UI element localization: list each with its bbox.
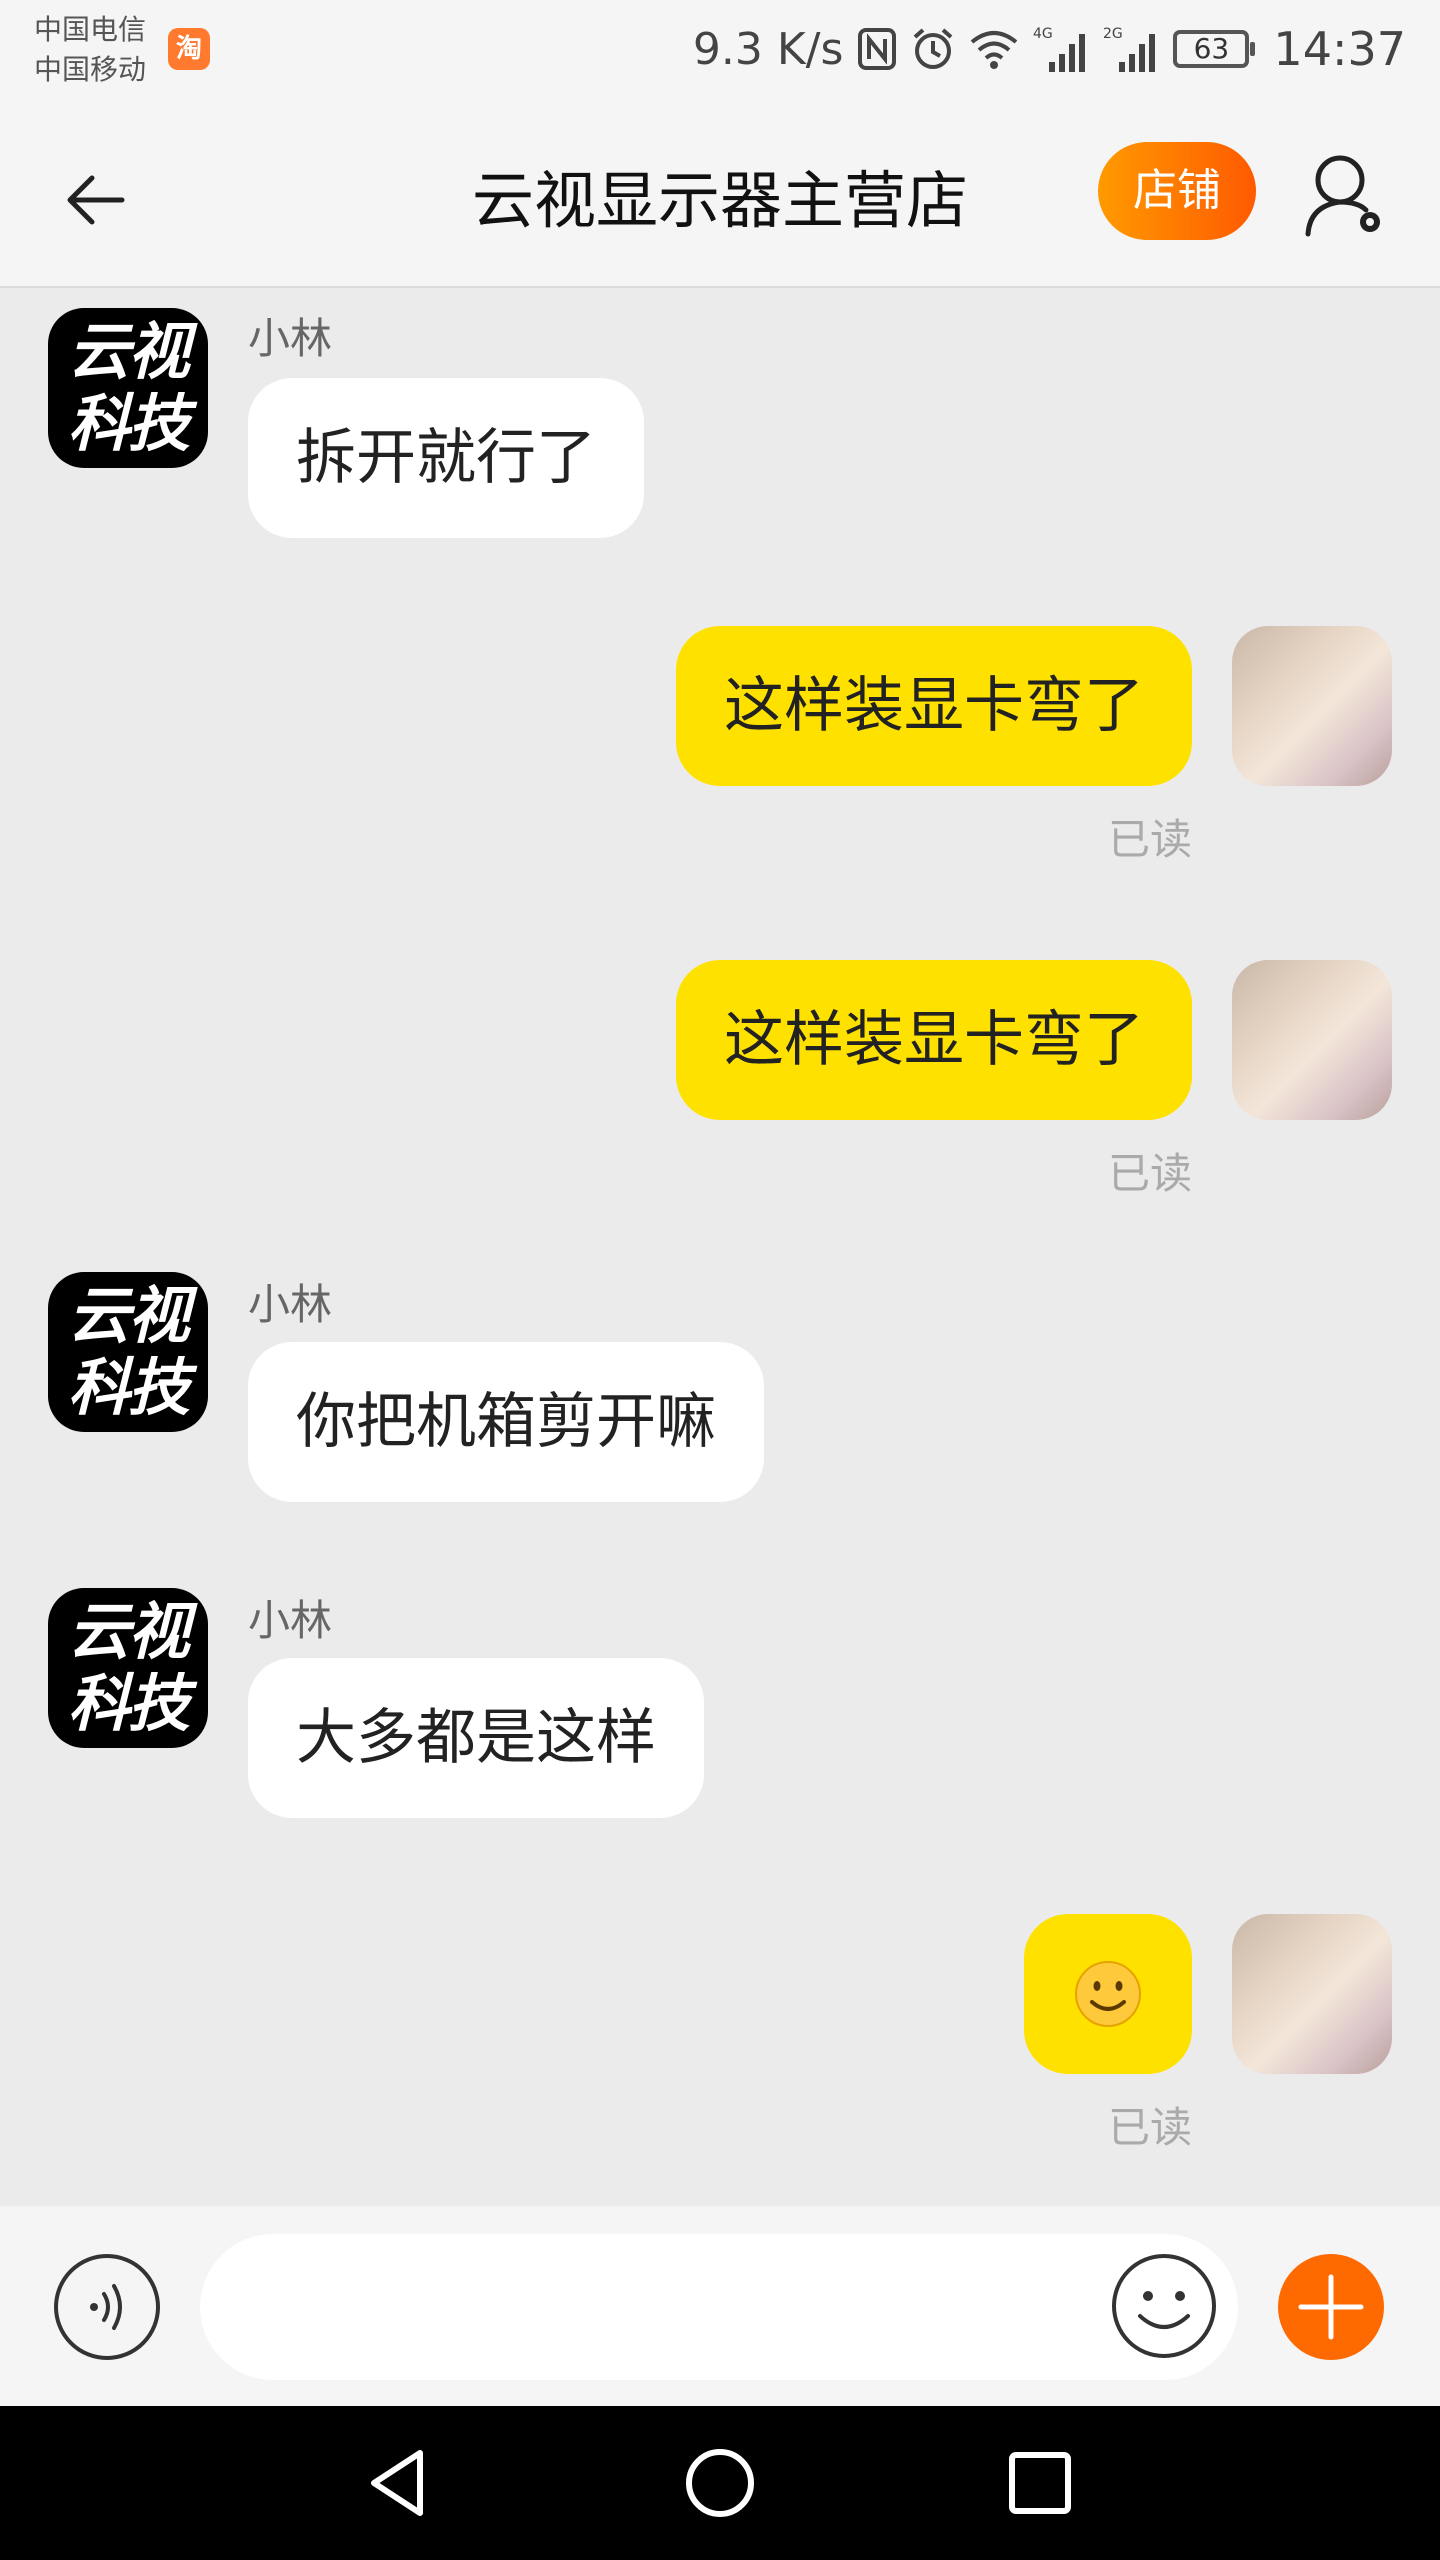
chat-message-list[interactable]: 云视 科技 小林 拆开就行了 这样装显卡弯了 已读 这样装显卡弯了 已读 云视 科技… [0, 290, 1440, 2206]
voice-icon [90, 2284, 122, 2330]
avatar-logo-line2: 科技 [67, 1667, 190, 1740]
shop-avatar[interactable]: 云视 科技 [48, 1588, 208, 1748]
carrier-1: 中国电信 [34, 13, 147, 46]
avatar-logo-line2: 科技 [67, 1351, 190, 1424]
chat-header: 云视显示器主营店 店铺 [0, 110, 1440, 288]
message-input[interactable] [200, 2234, 1238, 2380]
slightly-smiling-face-icon [1075, 1961, 1141, 2027]
nav-recents-button[interactable] [1000, 2443, 1080, 2523]
emoji-button[interactable] [1110, 2252, 1218, 2360]
square-recents-icon [1009, 2452, 1071, 2514]
plus-icon [1298, 2274, 1364, 2340]
system-navigation-bar [0, 2406, 1440, 2560]
sender-name: 小林 [248, 314, 333, 363]
shop-avatar[interactable]: 云视 科技 [48, 1272, 208, 1432]
nav-home-button[interactable] [680, 2443, 760, 2523]
emoji-message-bubble[interactable] [1024, 1914, 1192, 2074]
message-incoming: 云视 科技 小林 拆开就行了 [0, 290, 1440, 550]
shop-button[interactable]: 店铺 [1098, 142, 1256, 240]
more-options-button[interactable] [1278, 2254, 1384, 2360]
wifi-icon [969, 28, 1019, 70]
message-input-bar [0, 2206, 1440, 2406]
avatar-logo-line1: 云视 [67, 1595, 190, 1668]
svg-text:4G: 4G [1033, 26, 1053, 42]
signal-4g-icon: 4G [1033, 24, 1089, 74]
user-settings-button[interactable] [1302, 150, 1392, 240]
sender-name: 小林 [248, 1280, 333, 1329]
network-speed: 9.3 K/s [692, 23, 844, 75]
voice-input-button[interactable] [54, 2254, 160, 2360]
triangle-back-icon [371, 2450, 423, 2516]
message-outgoing: 这样装显卡弯了 已读 [0, 944, 1440, 1224]
message-outgoing: 已读 [0, 1906, 1440, 2186]
back-arrow-icon [67, 175, 125, 225]
svg-text:2G: 2G [1103, 26, 1123, 42]
message-bubble[interactable]: 拆开就行了 [248, 378, 644, 538]
circle-home-icon [686, 2449, 754, 2517]
nfc-icon [857, 27, 897, 71]
nav-back-button[interactable] [360, 2443, 440, 2523]
clock: 14:37 [1273, 22, 1406, 76]
carrier-2: 中国移动 [34, 53, 147, 86]
back-button[interactable] [62, 160, 142, 240]
user-avatar[interactable] [1232, 626, 1392, 786]
alarm-icon [911, 27, 955, 71]
user-settings-icon [1305, 155, 1380, 237]
status-icons: 9.3 K/s 4G 2G 63 14:37 [693, 14, 1406, 84]
message-bubble[interactable]: 大多都是这样 [248, 1658, 704, 1818]
avatar-logo-line1: 云视 [67, 1279, 190, 1352]
avatar-logo-line2: 科技 [67, 387, 190, 460]
read-status: 已读 [1107, 2103, 1192, 2152]
user-avatar[interactable] [1232, 1914, 1392, 2074]
message-outgoing: 这样装显卡弯了 已读 [0, 610, 1440, 890]
read-status: 已读 [1107, 815, 1192, 864]
avatar-logo-line1: 云视 [67, 315, 190, 388]
status-bar: 中国电信 中国移动 淘 9.3 K/s 4G 2G 63 14:37 [0, 0, 1440, 110]
user-avatar[interactable] [1232, 960, 1392, 1120]
shop-avatar[interactable]: 云视 科技 [48, 308, 208, 468]
signal-2g-icon: 2G [1103, 24, 1159, 74]
message-bubble[interactable]: 这样装显卡弯了 [676, 626, 1192, 786]
read-status: 已读 [1107, 1149, 1192, 1198]
message-bubble[interactable]: 这样装显卡弯了 [676, 960, 1192, 1120]
battery-indicator: 63 [1173, 30, 1256, 68]
message-incoming: 云视 科技 小林 大多都是这样 [0, 1588, 1440, 1848]
sender-name: 小林 [248, 1596, 333, 1645]
smiley-face-icon [1112, 2254, 1216, 2358]
message-bubble[interactable]: 你把机箱剪开嘛 [248, 1342, 764, 1502]
taobao-notification-icon: 淘 [168, 28, 210, 70]
carrier-info: 中国电信 中国移动 [34, 10, 146, 90]
message-incoming: 云视 科技 小林 你把机箱剪开嘛 [0, 1272, 1440, 1532]
